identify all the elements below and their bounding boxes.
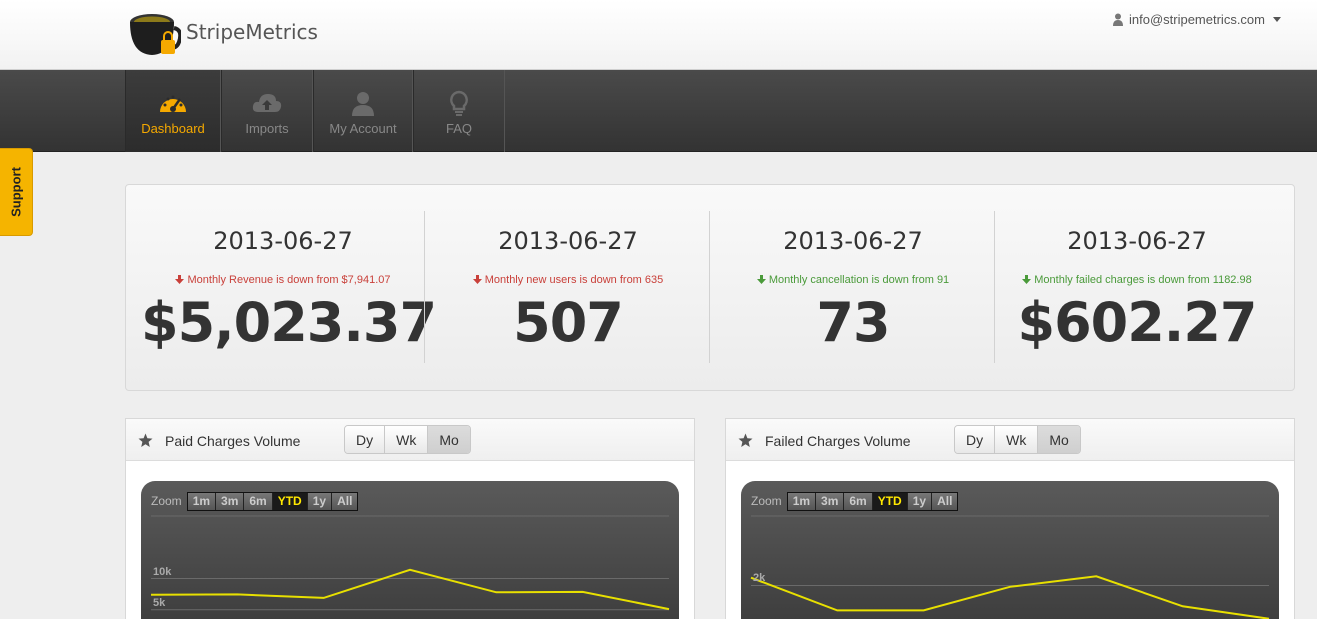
zoom-1y-button[interactable]: 1y: [307, 492, 333, 510]
zoom-label: Zoom: [751, 494, 782, 508]
y-tick-label: 5k: [153, 596, 166, 609]
stat-change-text: Monthly cancellation is down from 91: [768, 274, 950, 286]
support-label: Support: [8, 167, 24, 217]
stat-failed-charges: 2013-06-27 Monthly failed charges is dow…: [995, 211, 1279, 365]
zoom-6m-button[interactable]: 6m: [244, 492, 273, 510]
period-month-button[interactable]: Mo: [428, 426, 470, 453]
user-email: info@stripemetrics.com: [1128, 12, 1265, 27]
zoom-ytd-button[interactable]: YTD: [272, 492, 308, 510]
caret-down-icon: [1273, 17, 1281, 22]
star-icon[interactable]: [738, 433, 753, 448]
y-tick-label: 10k: [153, 565, 172, 578]
zoom-1m-button[interactable]: 1m: [187, 492, 217, 510]
failed-charges-widget: Failed Charges Volume Dy Wk Mo Zoom 1m 3…: [725, 418, 1295, 619]
zoom-control: Zoom 1m 3m 6m YTD 1y All: [151, 491, 359, 511]
widget-title: Paid Charges Volume: [165, 433, 301, 449]
stat-change: Monthly Revenue is down from $7,941.07: [141, 274, 425, 286]
period-week-button[interactable]: Wk: [385, 426, 429, 453]
nav-label: Dashboard: [141, 121, 205, 136]
stat-change-text: Monthly failed charges is down from 1182…: [1034, 274, 1252, 286]
nav-item-dashboard[interactable]: Dashboard: [125, 70, 221, 152]
nav-label: My Account: [329, 121, 397, 136]
nav-item-imports[interactable]: Imports: [221, 70, 313, 152]
user-icon: [1112, 13, 1123, 26]
main-nav: Dashboard Imports My Account FAQ: [0, 70, 1317, 152]
brand-name[interactable]: StripeMetrics: [186, 20, 318, 44]
y-tick-label: 2k: [753, 572, 766, 585]
zoom-buttons: 1m 3m 6m YTD 1y All: [786, 491, 959, 511]
arrow-down-icon: [175, 275, 185, 284]
nav-label: Imports: [245, 121, 289, 136]
zoom-3m-button[interactable]: 3m: [816, 492, 845, 510]
period-day-button[interactable]: Dy: [955, 426, 996, 453]
nav-label: FAQ: [445, 121, 472, 136]
coffee-mug-logo-icon[interactable]: [125, 8, 181, 60]
stat-revenue: 2013-06-27 Monthly Revenue is down from …: [141, 211, 437, 365]
stat-divider: [709, 211, 710, 363]
period-day-button[interactable]: Dy: [345, 426, 386, 453]
zoom-6m-button[interactable]: 6m: [844, 492, 873, 510]
nav-item-my-account[interactable]: My Account: [313, 70, 413, 152]
zoom-control: Zoom 1m 3m 6m YTD 1y All: [751, 491, 959, 511]
user-icon: [352, 92, 374, 116]
widget-header: Failed Charges Volume Dy Wk Mo: [726, 419, 1294, 461]
top-header: StripeMetrics info@stripemetrics.com: [0, 0, 1317, 70]
zoom-1y-button[interactable]: 1y: [907, 492, 933, 510]
zoom-buttons: 1m 3m 6m YTD 1y All: [186, 491, 359, 511]
stat-new-users: 2013-06-27 Monthly new users is down fro…: [426, 211, 710, 365]
zoom-all-button[interactable]: All: [332, 492, 358, 510]
nav-item-faq[interactable]: FAQ: [413, 70, 505, 152]
stat-change-text: Monthly new users is down from 635: [484, 274, 664, 286]
arrow-down-icon: [472, 275, 482, 284]
stat-cancellations: 2013-06-27 Monthly cancellation is down …: [711, 211, 995, 365]
period-week-button[interactable]: Wk: [995, 426, 1039, 453]
zoom-ytd-button[interactable]: YTD: [872, 492, 908, 510]
zoom-label: Zoom: [151, 494, 182, 508]
widget-header: Paid Charges Volume Dy Wk Mo: [126, 419, 694, 461]
arrow-down-icon: [756, 275, 766, 284]
stat-value: $602.27: [1017, 291, 1258, 354]
stat-change-text: Monthly Revenue is down from $7,941.07: [187, 274, 391, 286]
stats-panel: 2013-06-27 Monthly Revenue is down from …: [125, 184, 1295, 391]
stat-value: 73: [816, 291, 890, 354]
paid-charges-widget: Paid Charges Volume Dy Wk Mo Zoom 1m 3m …: [125, 418, 695, 619]
arrow-down-icon: [1022, 275, 1032, 284]
series-line: [150, 568, 670, 611]
series-line: [750, 575, 1270, 619]
chart-area: Zoom 1m 3m 6m YTD 1y All 2k: [741, 481, 1279, 619]
support-tab[interactable]: Support: [0, 148, 33, 236]
stat-date: 2013-06-27: [213, 227, 353, 255]
widget-title: Failed Charges Volume: [765, 433, 911, 449]
stat-date: 2013-06-27: [1067, 227, 1207, 255]
period-toggle: Dy Wk Mo: [954, 425, 1081, 454]
cloud-upload-icon: [252, 94, 282, 112]
stat-value: 507: [513, 291, 624, 354]
user-menu[interactable]: info@stripemetrics.com: [1112, 12, 1281, 27]
period-month-button[interactable]: Mo: [1038, 426, 1080, 453]
zoom-3m-button[interactable]: 3m: [216, 492, 245, 510]
lightbulb-icon: [450, 90, 468, 116]
stat-divider: [424, 211, 425, 363]
gauge-icon: [160, 95, 186, 112]
period-toggle: Dy Wk Mo: [344, 425, 471, 454]
zoom-1m-button[interactable]: 1m: [787, 492, 817, 510]
stat-change: Monthly cancellation is down from 91: [711, 274, 995, 286]
stat-date: 2013-06-27: [783, 227, 923, 255]
chart-area: Zoom 1m 3m 6m YTD 1y All 10k 5k: [141, 481, 679, 619]
zoom-all-button[interactable]: All: [932, 492, 958, 510]
stat-value: $5,023.37: [141, 291, 437, 354]
stat-change: Monthly failed charges is down from 1182…: [995, 274, 1279, 286]
stat-date: 2013-06-27: [498, 227, 638, 255]
star-icon[interactable]: [138, 433, 153, 448]
stat-change: Monthly new users is down from 635: [426, 274, 710, 286]
